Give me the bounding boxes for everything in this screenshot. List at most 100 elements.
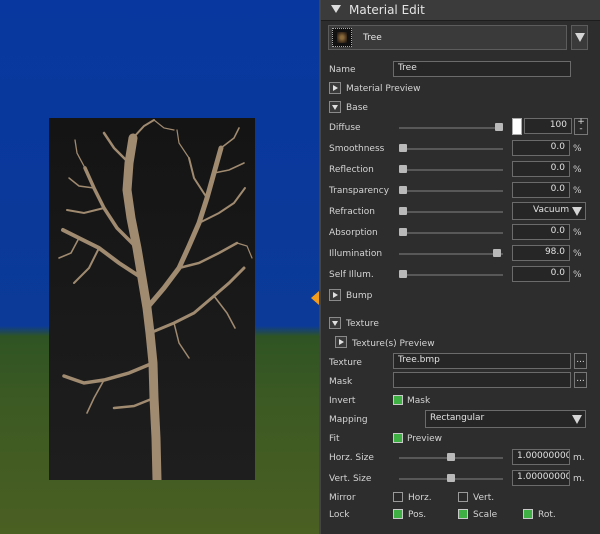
smoothness-value-field[interactable]: 0.0 [512, 140, 570, 156]
self-illum-slider-track[interactable] [399, 274, 503, 276]
illumination-slider-track[interactable] [399, 253, 503, 255]
horz-size-unit: m. [573, 453, 585, 463]
name-field[interactable]: Tree [393, 61, 571, 77]
mask-file-field[interactable] [393, 372, 571, 388]
material-selector[interactable]: Tree [328, 25, 567, 50]
absorption-slider-track[interactable] [399, 232, 503, 234]
diffuse-label: Diffuse [329, 123, 361, 133]
mask-browse-button[interactable]: ... [574, 372, 587, 388]
texture-collapse-button[interactable] [329, 317, 341, 329]
mask-label: Mask [329, 377, 353, 387]
illumination-value-field[interactable]: 98.0 [512, 245, 570, 261]
smoothness-unit: % [573, 144, 582, 154]
refraction-dropdown[interactable]: Vacuum [512, 202, 586, 220]
mirror-horz-label: Horz. [408, 493, 432, 503]
refraction-dropdown-value: Vacuum [533, 205, 570, 215]
self-illum-label: Self Illum. [329, 270, 374, 280]
texture-browse-button[interactable]: ... [574, 353, 587, 369]
horz-size-slider-handle[interactable] [447, 453, 455, 461]
smoothness-label: Smoothness [329, 144, 385, 154]
refraction-slider-track[interactable] [399, 211, 503, 213]
material-selector-dropdown-button[interactable] [571, 25, 588, 50]
chevron-down-icon [572, 207, 582, 216]
mapping-dropdown-value: Rectangular [430, 413, 485, 423]
reflection-label: Reflection [329, 165, 374, 175]
texture-label: Texture [329, 358, 362, 368]
bump-expand-button[interactable] [329, 289, 341, 301]
smoothness-slider-track[interactable] [399, 148, 503, 150]
tree-image [58, 119, 253, 480]
fit-preview-label: Preview [407, 434, 443, 444]
self-illum-slider-handle[interactable] [399, 270, 407, 278]
reflection-slider-track[interactable] [399, 169, 503, 171]
panel-title: Material Edit [349, 3, 425, 17]
vert-size-value-field[interactable]: 1.00000000 [512, 470, 570, 486]
material-preview-label: Material Preview [346, 84, 421, 94]
vert-size-unit: m. [573, 474, 585, 484]
base-section-label: Base [346, 103, 368, 113]
material-edit-panel: Material Edit Tree Name Tree Material Pr… [321, 0, 600, 534]
panel-header[interactable]: Material Edit [321, 0, 600, 21]
smoothness-slider-handle[interactable] [399, 144, 407, 152]
mirror-label: Mirror [329, 493, 356, 503]
illumination-label: Illumination [329, 249, 383, 259]
texture-preview-label: Texture(s) Preview [352, 339, 435, 349]
material-thumbnail [332, 28, 352, 47]
invert-label: Invert [329, 396, 356, 406]
collapse-panel-arrow-icon[interactable] [311, 291, 319, 305]
chevron-down-icon [575, 33, 585, 42]
absorption-slider-handle[interactable] [399, 228, 407, 236]
3d-viewport[interactable] [0, 0, 319, 534]
lock-pos-label: Pos. [408, 510, 427, 520]
vert-size-label: Vert. Size [329, 474, 372, 484]
self-illum-unit: % [573, 270, 582, 280]
invert-mask-checkbox[interactable] [393, 395, 403, 405]
illumination-slider-handle[interactable] [493, 249, 501, 257]
diffuse-color-swatch[interactable] [512, 118, 522, 135]
lock-scale-checkbox[interactable] [458, 509, 468, 519]
stepper-down-button[interactable]: - [575, 125, 587, 134]
lock-rot-label: Rot. [538, 510, 556, 520]
illumination-unit: % [573, 249, 582, 259]
reflection-value-field[interactable]: 0.0 [512, 161, 570, 177]
lock-pos-checkbox[interactable] [393, 509, 403, 519]
lock-label: Lock [329, 510, 350, 520]
lock-scale-label: Scale [473, 510, 498, 520]
tree-billboard-preview [49, 118, 255, 480]
refraction-slider-handle[interactable] [399, 207, 407, 215]
absorption-label: Absorption [329, 228, 378, 238]
lock-rot-checkbox[interactable] [523, 509, 533, 519]
mirror-vert-checkbox[interactable] [458, 492, 468, 502]
horz-size-value-field[interactable]: 1.00000000 [512, 449, 570, 465]
mapping-dropdown[interactable]: Rectangular [425, 410, 586, 428]
texture-preview-expand-button[interactable] [335, 336, 347, 348]
transparency-slider-track[interactable] [399, 190, 503, 192]
vert-size-slider-handle[interactable] [447, 474, 455, 482]
diffuse-stepper[interactable]: + - [574, 118, 588, 135]
fit-preview-checkbox[interactable] [393, 433, 403, 443]
material-selector-value: Tree [363, 33, 382, 43]
reflection-unit: % [573, 165, 582, 175]
collapse-triangle-icon[interactable] [331, 5, 341, 13]
base-collapse-button[interactable] [329, 101, 341, 113]
fit-label: Fit [329, 434, 340, 444]
transparency-value-field[interactable]: 0.0 [512, 182, 570, 198]
bump-section-label: Bump [346, 291, 373, 301]
name-label: Name [329, 65, 356, 75]
diffuse-value-field[interactable]: 100 [524, 118, 572, 134]
reflection-slider-handle[interactable] [399, 165, 407, 173]
texture-section-label: Texture [346, 319, 379, 329]
material-preview-expand-button[interactable] [329, 82, 341, 94]
transparency-slider-handle[interactable] [399, 186, 407, 194]
refraction-label: Refraction [329, 207, 375, 217]
diffuse-slider-handle[interactable] [495, 123, 503, 131]
mirror-horz-checkbox[interactable] [393, 492, 403, 502]
transparency-label: Transparency [329, 186, 390, 196]
mapping-label: Mapping [329, 415, 368, 425]
self-illum-value-field[interactable]: 0.0 [512, 266, 570, 282]
transparency-unit: % [573, 186, 582, 196]
diffuse-slider-track[interactable] [399, 127, 503, 129]
texture-file-field[interactable]: Tree.bmp [393, 353, 571, 369]
absorption-value-field[interactable]: 0.0 [512, 224, 570, 240]
invert-mask-label: Mask [407, 396, 431, 406]
